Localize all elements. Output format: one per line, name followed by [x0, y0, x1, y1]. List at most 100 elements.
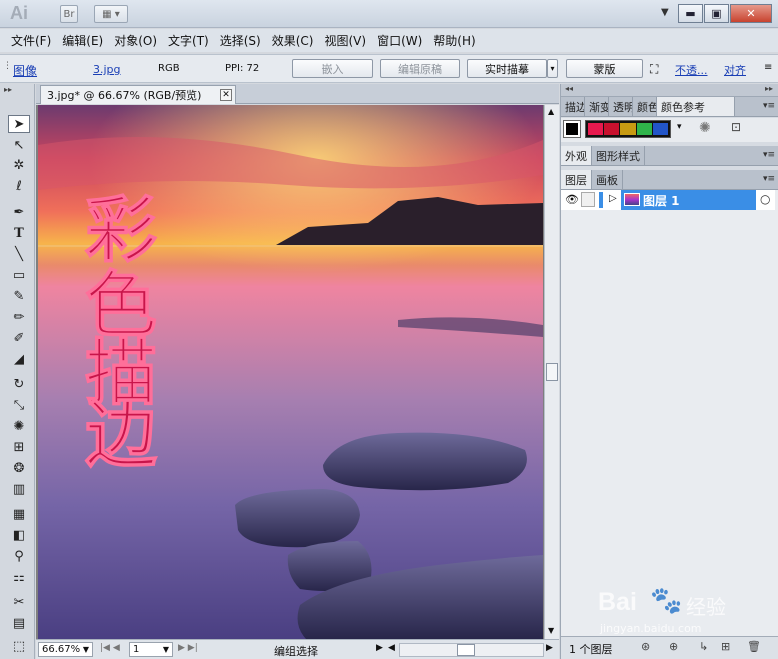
scroll-up-icon[interactable]: ▲ — [548, 107, 554, 116]
collapse-dock-icon[interactable]: ▸▸ — [765, 84, 773, 93]
edit-original-button[interactable]: 编辑原稿 — [380, 59, 460, 78]
save-color-group-icon[interactable]: ⊡ — [731, 120, 741, 134]
rotate-tool-icon[interactable]: ↻ — [8, 375, 30, 393]
direct-selection-tool-icon[interactable]: ↖ — [8, 136, 30, 154]
artboard-tool-icon[interactable]: ⬚ — [8, 637, 30, 655]
swatch[interactable] — [636, 123, 652, 135]
swatch[interactable] — [652, 123, 669, 135]
graph-tool-icon[interactable]: ▥ — [8, 480, 30, 498]
canvas-area[interactable]: 彩 色 描 边 — [36, 105, 544, 639]
line-tool-icon[interactable]: ╲ — [8, 245, 30, 263]
transform-icon[interactable]: ⛶ — [650, 62, 658, 77]
minimize-button[interactable]: ▬ — [678, 4, 703, 23]
eraser-tool-icon[interactable]: ◢ — [8, 350, 30, 368]
base-color-swatch[interactable] — [563, 120, 581, 138]
color-wheel-icon[interactable]: ✺ — [699, 120, 711, 136]
layer-name-cell[interactable]: 图层 1 — [621, 190, 756, 210]
menu-effect[interactable]: 效果(C) — [269, 32, 322, 49]
visibility-eye-icon[interactable]: 👁 — [565, 193, 579, 206]
layer-row[interactable]: 👁 ▷ 图层 1 ○ — [561, 190, 775, 210]
slice-tool-icon[interactable]: ✂ — [8, 593, 30, 611]
opacity-link[interactable]: 不透... — [675, 62, 708, 78]
swatch[interactable] — [604, 123, 620, 135]
new-sublayer-icon[interactable]: ↳ — [699, 640, 708, 653]
h-scroll-thumb[interactable] — [457, 644, 475, 656]
menu-window[interactable]: 窗口(W) — [374, 32, 430, 49]
maximize-button[interactable]: ▣ — [704, 4, 729, 23]
selection-tool-icon[interactable]: ➤ — [8, 115, 30, 133]
warp-tool-icon[interactable]: ✺ — [8, 417, 30, 435]
rectangle-tool-icon[interactable]: ▭ — [8, 266, 30, 284]
tab-stroke[interactable]: 描边 — [561, 97, 585, 116]
vertical-scrollbar[interactable]: ▲ ▼ — [544, 105, 559, 639]
page-select[interactable]: 1 ▼ — [129, 642, 173, 657]
make-clipping-mask-icon[interactable]: ⊕ — [669, 640, 678, 653]
menu-select[interactable]: 选择(S) — [217, 32, 269, 49]
paintbrush-tool-icon[interactable]: ✎ — [8, 287, 30, 305]
expand-icon[interactable]: ◂◂ — [565, 84, 573, 93]
free-transform-tool-icon[interactable]: ⊞ — [8, 438, 30, 456]
lock-toggle[interactable] — [581, 192, 595, 207]
trace-options-dropdown[interactable]: ▾ — [547, 59, 558, 78]
blob-brush-tool-icon[interactable]: ✐ — [8, 329, 30, 347]
tab-appearance[interactable]: 外观 — [561, 146, 592, 165]
last-page-icon[interactable]: ▶ ▶| — [178, 643, 198, 653]
first-page-icon[interactable]: |◀ ◀ — [100, 643, 120, 653]
tab-graphic-styles[interactable]: 图形样式 — [592, 146, 645, 165]
menu-edit[interactable]: 编辑(E) — [59, 32, 111, 49]
menu-type[interactable]: 文字(T) — [165, 32, 217, 49]
mesh-tool-icon[interactable]: ▦ — [8, 505, 30, 523]
document-tab[interactable]: 3.jpg* @ 66.67% (RGB/预览) ✕ — [40, 85, 236, 104]
bridge-button[interactable]: Br — [60, 5, 78, 23]
expand-layer-icon[interactable]: ▷ — [609, 193, 617, 204]
type-tool-icon[interactable]: T — [8, 224, 30, 242]
mask-button[interactable]: 蒙版 — [566, 59, 643, 78]
target-circle-icon[interactable]: ○ — [760, 192, 770, 206]
menu-file[interactable]: 文件(F) — [8, 32, 59, 49]
close-button[interactable]: ✕ — [730, 4, 772, 23]
tab-transparency[interactable]: 透明 — [609, 97, 633, 116]
scale-tool-icon[interactable]: ⤡ — [8, 396, 30, 414]
harmony-swatches[interactable] — [585, 120, 671, 138]
align-link[interactable]: 对齐 — [724, 62, 746, 78]
tab-color[interactable]: 颜色 — [633, 97, 657, 116]
file-link[interactable]: 3.jpg — [93, 63, 121, 76]
scroll-right-icon[interactable]: ▶ — [546, 643, 553, 653]
tab-artboards[interactable]: 画板 — [592, 170, 623, 189]
chevron-down-icon[interactable]: ▼ — [661, 7, 669, 18]
new-layer-icon[interactable]: ⊞ — [721, 640, 730, 653]
swatch[interactable] — [620, 123, 636, 135]
colored-stroke-text[interactable]: 彩 色 描 边 — [84, 187, 157, 477]
swatch[interactable] — [588, 123, 604, 135]
status-menu-icon[interactable]: ▶ — [376, 643, 383, 653]
menu-object[interactable]: 对象(O) — [111, 32, 165, 49]
pencil-tool-icon[interactable]: ✏ — [8, 308, 30, 326]
menu-help[interactable]: 帮助(H) — [430, 32, 483, 49]
tab-color-guide[interactable]: 颜色参考 — [657, 97, 735, 116]
panel-menu-icon[interactable]: ≡ — [764, 62, 772, 73]
zoom-select[interactable]: 66.67% ▼ — [38, 642, 93, 657]
gradient-tool-icon[interactable]: ◧ — [8, 526, 30, 544]
magic-wand-tool-icon[interactable]: ✲ — [8, 156, 30, 174]
scroll-thumb[interactable] — [546, 363, 558, 381]
eyedropper-tool-icon[interactable]: ⚲ — [8, 547, 30, 565]
blend-tool-icon[interactable]: ⚏ — [8, 568, 30, 586]
placed-image[interactable]: 彩 色 描 边 — [38, 105, 543, 639]
tab-gradient[interactable]: 渐变 — [585, 97, 609, 116]
trash-icon[interactable]: 🗑 — [747, 640, 761, 653]
menu-view[interactable]: 视图(V) — [321, 32, 374, 49]
chevron-down-icon[interactable]: ▾ — [677, 122, 682, 132]
arrange-documents-button[interactable]: ▦ ▾ — [94, 5, 128, 23]
pen-tool-icon[interactable]: ✒ — [8, 203, 30, 221]
tab-layers[interactable]: 图层 — [561, 170, 592, 189]
embed-button[interactable]: 嵌入 — [292, 59, 373, 78]
symbol-sprayer-tool-icon[interactable]: ❂ — [8, 459, 30, 477]
scroll-down-icon[interactable]: ▼ — [548, 626, 554, 635]
column-graph-tool-icon[interactable]: ▤ — [8, 614, 30, 632]
live-trace-button[interactable]: 实时描摹 — [467, 59, 547, 78]
collapse-icon[interactable]: ▸▸ — [4, 85, 12, 94]
panel-menu-icon[interactable]: ▾≡ — [763, 174, 775, 184]
scroll-left-icon[interactable]: ◀ — [388, 643, 395, 653]
close-tab-icon[interactable]: ✕ — [220, 89, 232, 101]
image-label[interactable]: 图像 — [13, 62, 37, 79]
